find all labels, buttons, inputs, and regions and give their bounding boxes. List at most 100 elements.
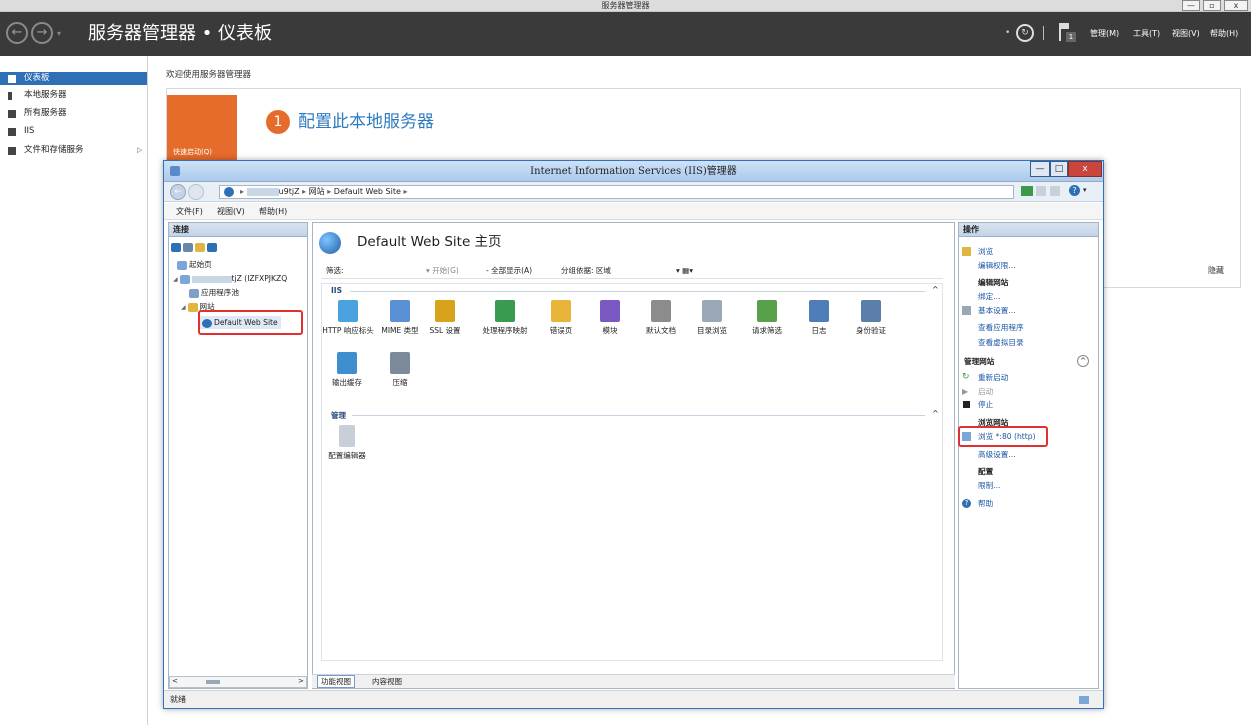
action-edit-permissions[interactable]: 编辑权限... bbox=[978, 261, 1016, 271]
tree-item-start-page[interactable]: 起始页 bbox=[177, 259, 212, 270]
action-view-applications[interactable]: 查看应用程序 bbox=[978, 323, 1024, 333]
menu-view[interactable]: 视图(V) bbox=[217, 206, 245, 217]
address-segment-server[interactable]: u9tjZ bbox=[279, 187, 300, 196]
tab-content-view[interactable]: 内容视图 bbox=[372, 675, 402, 688]
menu-manage[interactable]: 管理(M) bbox=[1090, 28, 1119, 40]
help-icon[interactable]: ? bbox=[1069, 185, 1080, 196]
filter-input[interactable] bbox=[351, 265, 421, 276]
address-segment-sites[interactable]: 网站 bbox=[309, 187, 325, 196]
menu-tools[interactable]: 工具(T) bbox=[1133, 28, 1160, 40]
delete-connection-icon[interactable] bbox=[207, 242, 217, 252]
home-icon[interactable] bbox=[1050, 186, 1060, 196]
server-manager-titlebar: 服务器管理器 — ▫ x bbox=[0, 0, 1251, 12]
feature-item[interactable]: 默认文档 bbox=[635, 300, 687, 336]
feature-item[interactable]: 模块 bbox=[584, 300, 636, 336]
collapse-group-icon[interactable]: ^ bbox=[932, 285, 939, 294]
scroll-left-icon[interactable]: < bbox=[172, 677, 178, 685]
action-basic-settings[interactable]: 基本设置... bbox=[978, 306, 1016, 316]
tree-label: 应用程序池 bbox=[201, 288, 239, 297]
scroll-thumb[interactable] bbox=[206, 680, 220, 684]
tree-item-server[interactable]: ◢ tjZ (IZFXPJKZQ bbox=[173, 273, 287, 285]
configure-local-server-link[interactable]: 配置此本地服务器 bbox=[298, 110, 434, 134]
maximize-button[interactable]: □ bbox=[1050, 161, 1068, 177]
feature-item[interactable]: SSL 设置 bbox=[419, 300, 471, 336]
connect-icon[interactable] bbox=[171, 242, 181, 252]
close-button[interactable]: x bbox=[1068, 161, 1102, 177]
status-text: 就绪 bbox=[170, 695, 186, 704]
address-segment-site[interactable]: Default Web Site bbox=[334, 187, 401, 196]
go-button[interactable]: ▾ 开始(G) bbox=[426, 262, 459, 279]
feature-config-editor[interactable]: 配置编辑器 bbox=[321, 425, 373, 461]
forward-icon[interactable]: → bbox=[31, 22, 53, 44]
connections-header: 连接 bbox=[169, 223, 307, 237]
menu-help[interactable]: 帮助(H) bbox=[1210, 28, 1238, 40]
action-start[interactable]: 启动 bbox=[978, 387, 993, 397]
tab-label: 内容视图 bbox=[372, 677, 402, 686]
back-icon[interactable]: ← bbox=[170, 184, 186, 200]
address-input[interactable]: ▸ u9tjZ ▸ 网站 ▸ Default Web Site ▸ bbox=[219, 185, 1014, 199]
feature-item[interactable]: 请求筛选 bbox=[741, 300, 793, 336]
feature-item[interactable]: 输出缓存 bbox=[321, 352, 373, 388]
connections-hscrollbar[interactable]: < > bbox=[169, 676, 307, 688]
feature-item[interactable]: HTTP 响应标头 bbox=[322, 300, 374, 336]
collapse-group-icon[interactable]: ^ bbox=[932, 409, 939, 418]
sidebar-item-local-server[interactable]: 本地服务器 bbox=[0, 89, 147, 102]
tab-features-view[interactable]: 功能视图 bbox=[317, 675, 355, 688]
menu-help[interactable]: 帮助(H) bbox=[259, 206, 287, 217]
menu-view[interactable]: 视图(V) bbox=[1172, 28, 1200, 40]
refresh-icon[interactable]: ↻ bbox=[1016, 24, 1034, 42]
menu-file[interactable]: 文件(F) bbox=[176, 206, 203, 217]
up-icon[interactable] bbox=[195, 242, 205, 252]
save-icon[interactable] bbox=[183, 242, 193, 252]
feature-label: MIME 类型 bbox=[381, 326, 419, 335]
chevron-down-icon[interactable]: ▾ bbox=[1083, 186, 1087, 194]
sidebar-item-all-servers[interactable]: 所有服务器 bbox=[0, 107, 147, 120]
sidebar: 仪表板 本地服务器 所有服务器 IIS 文件和存储服务 ▷ bbox=[0, 56, 148, 725]
feature-label: 输出缓存 bbox=[332, 378, 362, 387]
group-by-select[interactable]: 分组依据: 区域 bbox=[561, 262, 611, 279]
close-button[interactable]: x bbox=[1224, 0, 1248, 11]
action-bindings[interactable]: 绑定... bbox=[978, 292, 1000, 302]
actions-header: 操作 bbox=[959, 223, 1098, 237]
iis-address-bar: ← ▸ u9tjZ ▸ 网站 ▸ Default Web Site ▸ ? ▾ bbox=[164, 182, 1103, 202]
history-dropdown-icon[interactable]: ▾ bbox=[57, 29, 61, 38]
action-restart[interactable]: 重新启动 bbox=[978, 373, 1008, 383]
refresh-icon[interactable] bbox=[1021, 186, 1033, 196]
step-number-badge: 1 bbox=[266, 110, 290, 134]
back-icon[interactable]: ← bbox=[6, 22, 28, 44]
tree-item-app-pools[interactable]: 应用程序池 bbox=[189, 287, 239, 298]
feature-item[interactable]: 错误页 bbox=[535, 300, 587, 336]
action-advanced-settings[interactable]: 高级设置... bbox=[978, 450, 1016, 460]
feature-item[interactable]: 日志 bbox=[793, 300, 845, 336]
feature-item[interactable]: 处理程序映射 bbox=[479, 300, 531, 336]
flag-icon[interactable]: 1 bbox=[1059, 23, 1076, 42]
sidebar-item-dashboard[interactable]: 仪表板 bbox=[0, 72, 147, 85]
hide-link[interactable]: 隐藏 bbox=[1208, 265, 1224, 276]
feature-item[interactable]: 压缩 bbox=[374, 352, 426, 388]
maximize-button[interactable]: ▫ bbox=[1203, 0, 1221, 11]
action-help[interactable]: 帮助 bbox=[978, 499, 993, 509]
stop-icon[interactable] bbox=[1036, 186, 1046, 196]
view-mode-icon[interactable]: ▾ ▦▾ bbox=[676, 262, 693, 279]
chevron-down-icon[interactable]: • bbox=[1005, 28, 1010, 38]
feature-icon bbox=[600, 300, 620, 322]
action-stop[interactable]: 停止 bbox=[978, 400, 993, 410]
minimize-button[interactable]: — bbox=[1182, 0, 1200, 11]
sidebar-item-file-storage[interactable]: 文件和存储服务 ▷ bbox=[0, 144, 147, 157]
action-browse[interactable]: 浏览 bbox=[978, 247, 993, 257]
expand-arrow-icon[interactable]: ▷ bbox=[137, 144, 142, 157]
tab-label: 功能视图 bbox=[321, 677, 351, 686]
feature-item[interactable]: 身份验证 bbox=[845, 300, 897, 336]
feature-item[interactable]: 目录浏览 bbox=[686, 300, 738, 336]
sidebar-item-iis[interactable]: IIS bbox=[0, 125, 147, 138]
action-view-virtual-dirs[interactable]: 查看虚拟目录 bbox=[978, 338, 1024, 348]
show-all-button[interactable]: - 全部显示(A) bbox=[486, 262, 532, 279]
scroll-right-icon[interactable]: > bbox=[298, 677, 304, 685]
minimize-button[interactable]: — bbox=[1030, 161, 1050, 177]
forward-icon[interactable] bbox=[188, 184, 204, 200]
action-limits[interactable]: 限制... bbox=[978, 481, 1000, 491]
start-page-icon bbox=[177, 260, 187, 270]
collapse-section-icon[interactable]: ^ bbox=[1077, 355, 1089, 367]
feature-label: 默认文档 bbox=[646, 326, 676, 335]
stop-icon bbox=[963, 401, 970, 408]
